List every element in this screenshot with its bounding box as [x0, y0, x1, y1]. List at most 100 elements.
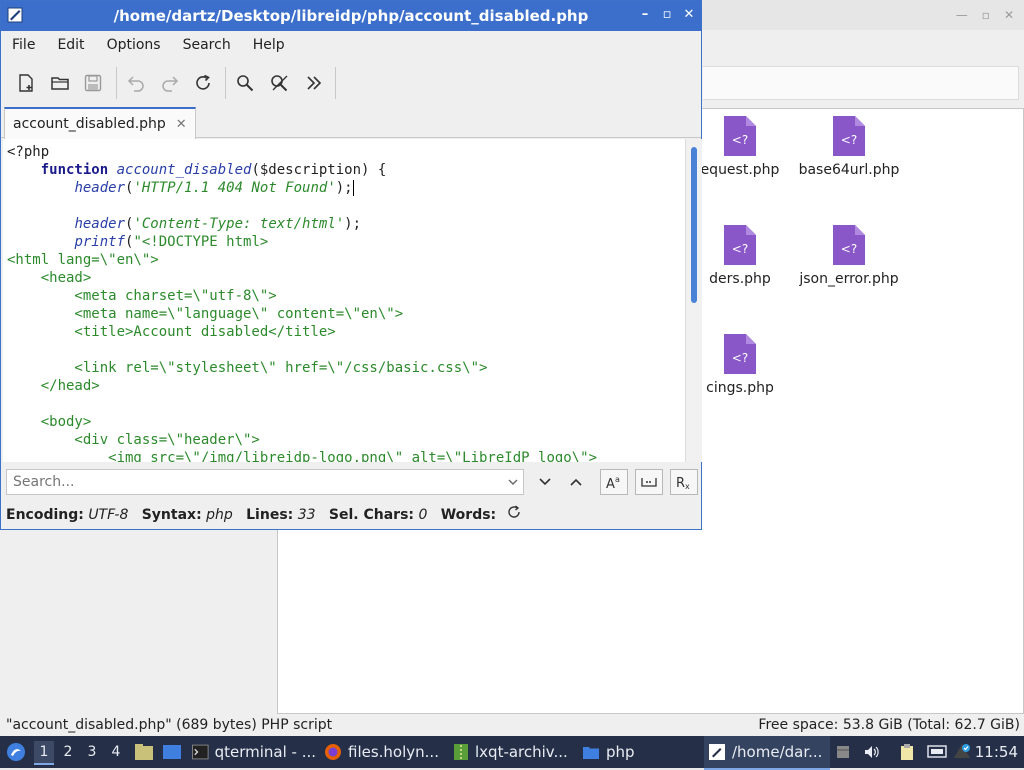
- start-menu-icon[interactable]: [6, 736, 26, 768]
- file-manager-launcher-icon[interactable]: [134, 736, 154, 768]
- file-manager-statusbar: "account_disabled.php" (689 bytes) PHP s…: [0, 714, 1024, 736]
- svg-text:<?: <?: [841, 133, 857, 147]
- file-label: cings.php: [706, 380, 774, 396]
- maximize-icon[interactable]: ▫: [982, 8, 990, 22]
- task-label: files.holyn...: [348, 743, 439, 761]
- svg-text:a: a: [615, 475, 620, 484]
- scrollbar-thumb[interactable]: [691, 147, 697, 303]
- php-file-icon: <?: [724, 116, 756, 156]
- more-icon[interactable]: [302, 71, 326, 95]
- file-item[interactable]: <? json_error.php: [789, 225, 909, 287]
- menubar: File Edit Options Search Help: [1, 33, 701, 59]
- whole-word-button[interactable]: [635, 469, 663, 495]
- update-notifier-icon[interactable]: [953, 736, 971, 768]
- match-case-button[interactable]: Aa: [600, 469, 628, 495]
- task-firefox[interactable]: files.holyn...: [324, 736, 448, 768]
- search-bar: Aa Rx: [1, 465, 701, 499]
- task-archiver[interactable]: lxqt-archiv...: [453, 736, 577, 768]
- text-editor-window: /home/dartz/Desktop/libreidp/php/account…: [0, 0, 702, 530]
- task-label: lxqt-archiv...: [475, 743, 568, 761]
- syntax-value: php: [206, 507, 233, 523]
- sel-chars-label: Sel. Chars:: [328, 507, 414, 523]
- close-icon[interactable]: ✕: [1004, 8, 1014, 22]
- firefox-icon: [325, 744, 341, 760]
- clipboard-icon[interactable]: [899, 736, 915, 768]
- sidebar-divider: [277, 530, 278, 712]
- volume-icon[interactable]: [863, 736, 881, 768]
- editor-titlebar[interactable]: /home/dartz/Desktop/libreidp/php/account…: [1, 1, 701, 31]
- tab-bar: account_disabled.php ✕: [1, 105, 701, 139]
- desktop-1[interactable]: 1: [34, 741, 54, 765]
- reload-icon[interactable]: [191, 71, 215, 95]
- file-label: json_error.php: [799, 271, 899, 287]
- undo-icon[interactable]: [124, 71, 148, 95]
- toolbar-separator: [335, 67, 336, 99]
- code-editor[interactable]: <?php function account_disabled($descrip…: [3, 139, 685, 462]
- taskbar: 1 2 3 4 qterminal - ... files.holyn... l…: [0, 736, 1024, 770]
- find-next-button[interactable]: [531, 469, 559, 495]
- maximize-icon[interactable]: ▫: [661, 7, 673, 22]
- encoding-label: Encoding:: [6, 507, 84, 523]
- close-tab-icon[interactable]: ✕: [176, 117, 187, 132]
- window-controls: – ▫ ✕: [639, 7, 695, 22]
- php-file-icon: <?: [833, 225, 865, 265]
- tab-account-disabled[interactable]: account_disabled.php ✕: [4, 107, 196, 139]
- find-previous-button[interactable]: [562, 469, 590, 495]
- file-label: ders.php: [709, 271, 771, 287]
- menu-search[interactable]: Search: [172, 33, 242, 59]
- find-icon[interactable]: [233, 71, 257, 95]
- file-manager-path-bar[interactable]: [703, 66, 1019, 100]
- selected-file-info: "account_disabled.php" (689 bytes) PHP s…: [6, 717, 333, 733]
- file-label: equest.php: [700, 162, 780, 178]
- desktop-2[interactable]: 2: [58, 741, 78, 763]
- show-desktop-icon[interactable]: [162, 736, 182, 768]
- tray-package-icon[interactable]: [835, 736, 851, 768]
- toolbar: [1, 63, 701, 103]
- network-icon[interactable]: [927, 736, 947, 768]
- toolbar-separator: [116, 67, 117, 99]
- editor-icon: [709, 744, 725, 760]
- task-qterminal[interactable]: qterminal - ...: [192, 736, 316, 768]
- lines-value: 33: [297, 507, 316, 523]
- archiver-icon: [454, 744, 468, 760]
- chevron-down-icon[interactable]: [507, 476, 519, 491]
- editor-statusbar: Encoding: UTF-8 Syntax: php Lines: 33 Se…: [1, 503, 706, 527]
- file-item[interactable]: <? base64url.php: [789, 116, 909, 178]
- menu-help[interactable]: Help: [242, 33, 296, 59]
- menu-options[interactable]: Options: [96, 33, 172, 59]
- regex-button[interactable]: Rx: [670, 469, 698, 495]
- find-replace-icon[interactable]: [268, 71, 292, 95]
- save-icon[interactable]: [81, 71, 105, 95]
- task-label: qterminal - ...: [214, 743, 316, 761]
- search-input[interactable]: [6, 469, 524, 495]
- new-file-icon[interactable]: [14, 71, 38, 95]
- svg-text:<?: <?: [732, 351, 748, 365]
- encoding-value: UTF-8: [88, 507, 129, 523]
- menu-edit[interactable]: Edit: [46, 33, 95, 59]
- task-php-folder[interactable]: php: [582, 736, 700, 768]
- syntax-label: Syntax:: [141, 507, 202, 523]
- desktop-4[interactable]: 4: [106, 741, 126, 763]
- php-file-icon: <?: [724, 225, 756, 265]
- task-label: php: [606, 743, 635, 761]
- task-editor[interactable]: /home/dar...: [704, 736, 830, 770]
- menu-file[interactable]: File: [1, 33, 46, 59]
- clock[interactable]: 11:54: [975, 736, 1018, 768]
- svg-text:x: x: [685, 482, 690, 490]
- window-title: /home/dartz/Desktop/libreidp/php/account…: [113, 7, 589, 25]
- words-label: Words:: [440, 507, 497, 523]
- open-folder-icon[interactable]: [48, 71, 72, 95]
- minimize-icon[interactable]: —: [956, 8, 968, 22]
- close-icon[interactable]: ✕: [683, 7, 695, 22]
- svg-text:<?: <?: [732, 242, 748, 256]
- toolbar-separator: [225, 67, 226, 99]
- vertical-scrollbar[interactable]: [685, 139, 702, 462]
- tab-label: account_disabled.php: [13, 116, 166, 132]
- sel-chars-value: 0: [418, 507, 428, 523]
- minimize-icon[interactable]: –: [639, 7, 651, 22]
- svg-text:A: A: [606, 477, 615, 490]
- terminal-icon: [192, 744, 209, 760]
- redo-icon[interactable]: [158, 71, 182, 95]
- refresh-words-icon[interactable]: [507, 503, 521, 527]
- desktop-3[interactable]: 3: [82, 741, 102, 763]
